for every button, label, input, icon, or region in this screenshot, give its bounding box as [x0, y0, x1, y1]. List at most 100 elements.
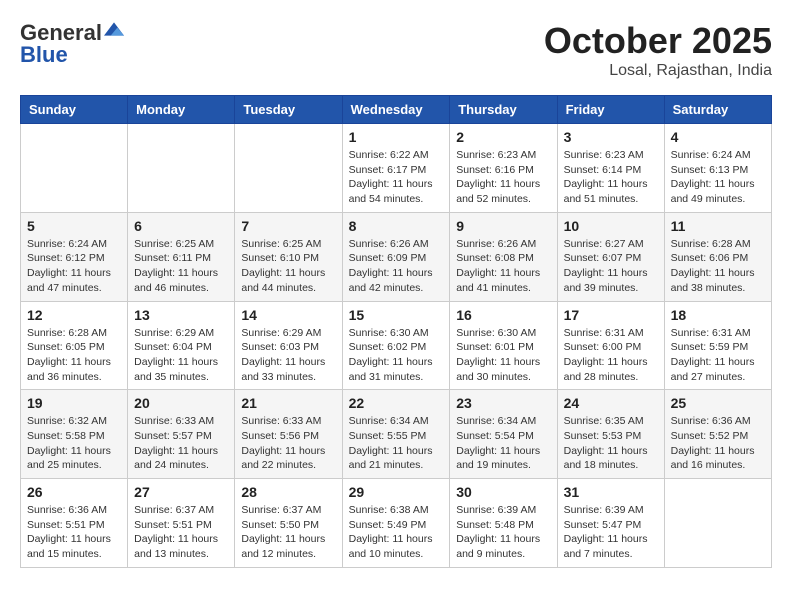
day-number: 25 [671, 395, 765, 411]
calendar-day-cell: 15 Sunrise: 6:30 AMSunset: 6:02 PMDayligh… [342, 301, 450, 390]
logo: General Blue [20, 20, 124, 68]
day-info: Sunrise: 6:32 AMSunset: 5:58 PMDaylight:… [27, 414, 121, 473]
calendar-day-cell: 16 Sunrise: 6:30 AMSunset: 6:01 PMDayligh… [450, 301, 557, 390]
day-info: Sunrise: 6:28 AMSunset: 6:06 PMDaylight:… [671, 237, 765, 296]
day-number: 13 [134, 307, 228, 323]
day-info: Sunrise: 6:34 AMSunset: 5:55 PMDaylight:… [349, 414, 444, 473]
day-number: 31 [564, 484, 658, 500]
day-number: 4 [671, 129, 765, 145]
calendar-day-cell: 30 Sunrise: 6:39 AMSunset: 5:48 PMDayligh… [450, 479, 557, 568]
day-info: Sunrise: 6:24 AMSunset: 6:12 PMDaylight:… [27, 237, 121, 296]
calendar-day-cell: 23 Sunrise: 6:34 AMSunset: 5:54 PMDayligh… [450, 390, 557, 479]
day-info: Sunrise: 6:22 AMSunset: 6:17 PMDaylight:… [349, 148, 444, 207]
day-number: 1 [349, 129, 444, 145]
calendar-day-cell: 6Sunrise: 6:25 AMSunset: 6:11 PMDaylight… [128, 212, 235, 301]
calendar-header-saturday: Saturday [664, 96, 771, 124]
day-number: 22 [349, 395, 444, 411]
calendar-day-cell: 18Sunrise: 6:31 AMSunset: 5:59 PMDayligh… [664, 301, 771, 390]
day-number: 30 [456, 484, 550, 500]
day-info: Sunrise: 6:31 AMSunset: 5:59 PMDaylight:… [671, 326, 765, 385]
day-info: Sunrise: 6:30 AMSunset: 6:01 PMDaylight:… [456, 326, 550, 385]
calendar-day-cell: 5 Sunrise: 6:24 AMSunset: 6:12 PMDaylight… [21, 212, 128, 301]
day-info: Sunrise: 6:29 AMSunset: 6:04 PMDaylight:… [134, 326, 228, 385]
calendar-day-cell: 17Sunrise: 6:31 AMSunset: 6:00 PMDayligh… [557, 301, 664, 390]
day-number: 10 [564, 218, 658, 234]
day-number: 11 [671, 218, 765, 234]
calendar-day-cell: 20Sunrise: 6:33 AMSunset: 5:57 PMDayligh… [128, 390, 235, 479]
day-number: 8 [349, 218, 444, 234]
calendar-week-row: 5 Sunrise: 6:24 AMSunset: 6:12 PMDaylight… [21, 212, 772, 301]
day-number: 16 [456, 307, 550, 323]
calendar-day-cell: 31 Sunrise: 6:39 AMSunset: 5:47 PMDayligh… [557, 479, 664, 568]
day-number: 12 [27, 307, 121, 323]
calendar-day-cell: 27 Sunrise: 6:37 AMSunset: 5:51 PMDayligh… [128, 479, 235, 568]
day-number: 9 [456, 218, 550, 234]
calendar-day-cell: 11 Sunrise: 6:28 AMSunset: 6:06 PMDayligh… [664, 212, 771, 301]
calendar-header-sunday: Sunday [21, 96, 128, 124]
day-number: 5 [27, 218, 121, 234]
day-number: 19 [27, 395, 121, 411]
calendar-header-thursday: Thursday [450, 96, 557, 124]
day-info: Sunrise: 6:36 AMSunset: 5:52 PMDaylight:… [671, 414, 765, 473]
day-info: Sunrise: 6:39 AMSunset: 5:48 PMDaylight:… [456, 503, 550, 562]
calendar-table: SundayMondayTuesdayWednesdayThursdayFrid… [20, 95, 772, 568]
day-info: Sunrise: 6:26 AMSunset: 6:09 PMDaylight:… [349, 237, 444, 296]
day-number: 26 [27, 484, 121, 500]
calendar-empty-cell [664, 479, 771, 568]
day-info: Sunrise: 6:34 AMSunset: 5:54 PMDaylight:… [456, 414, 550, 473]
day-number: 23 [456, 395, 550, 411]
calendar-day-cell: 1 Sunrise: 6:22 AMSunset: 6:17 PMDaylight… [342, 124, 450, 213]
day-info: Sunrise: 6:37 AMSunset: 5:50 PMDaylight:… [241, 503, 335, 562]
calendar-day-cell: 22 Sunrise: 6:34 AMSunset: 5:55 PMDayligh… [342, 390, 450, 479]
page-header: General Blue October 2025 Losal, Rajasth… [20, 20, 772, 80]
day-number: 27 [134, 484, 228, 500]
day-info: Sunrise: 6:26 AMSunset: 6:08 PMDaylight:… [456, 237, 550, 296]
day-number: 20 [134, 395, 228, 411]
calendar-day-cell: 3Sunrise: 6:23 AMSunset: 6:14 PMDaylight… [557, 124, 664, 213]
calendar-week-row: 12Sunrise: 6:28 AMSunset: 6:05 PMDayligh… [21, 301, 772, 390]
day-info: Sunrise: 6:24 AMSunset: 6:13 PMDaylight:… [671, 148, 765, 207]
day-number: 3 [564, 129, 658, 145]
day-info: Sunrise: 6:23 AMSunset: 6:16 PMDaylight:… [456, 148, 550, 207]
calendar-week-row: 19 Sunrise: 6:32 AMSunset: 5:58 PMDayligh… [21, 390, 772, 479]
calendar-empty-cell [235, 124, 342, 213]
day-number: 6 [134, 218, 228, 234]
calendar-day-cell: 25 Sunrise: 6:36 AMSunset: 5:52 PMDayligh… [664, 390, 771, 479]
day-number: 17 [564, 307, 658, 323]
day-info: Sunrise: 6:27 AMSunset: 6:07 PMDaylight:… [564, 237, 658, 296]
day-number: 24 [564, 395, 658, 411]
day-info: Sunrise: 6:36 AMSunset: 5:51 PMDaylight:… [27, 503, 121, 562]
calendar-day-cell: 9 Sunrise: 6:26 AMSunset: 6:08 PMDaylight… [450, 212, 557, 301]
calendar-week-row: 1 Sunrise: 6:22 AMSunset: 6:17 PMDaylight… [21, 124, 772, 213]
day-info: Sunrise: 6:37 AMSunset: 5:51 PMDaylight:… [134, 503, 228, 562]
calendar-day-cell: 12Sunrise: 6:28 AMSunset: 6:05 PMDayligh… [21, 301, 128, 390]
day-number: 21 [241, 395, 335, 411]
day-number: 28 [241, 484, 335, 500]
month-title: October 2025 [544, 20, 772, 62]
location-subtitle: Losal, Rajasthan, India [544, 62, 772, 80]
day-info: Sunrise: 6:39 AMSunset: 5:47 PMDaylight:… [564, 503, 658, 562]
calendar-day-cell: 26 Sunrise: 6:36 AMSunset: 5:51 PMDayligh… [21, 479, 128, 568]
calendar-header-tuesday: Tuesday [235, 96, 342, 124]
day-number: 7 [241, 218, 335, 234]
day-info: Sunrise: 6:35 AMSunset: 5:53 PMDaylight:… [564, 414, 658, 473]
calendar-day-cell: 10 Sunrise: 6:27 AMSunset: 6:07 PMDayligh… [557, 212, 664, 301]
day-info: Sunrise: 6:38 AMSunset: 5:49 PMDaylight:… [349, 503, 444, 562]
calendar-header-row: SundayMondayTuesdayWednesdayThursdayFrid… [21, 96, 772, 124]
day-number: 14 [241, 307, 335, 323]
calendar-day-cell: 14 Sunrise: 6:29 AMSunset: 6:03 PMDayligh… [235, 301, 342, 390]
day-number: 15 [349, 307, 444, 323]
day-info: Sunrise: 6:29 AMSunset: 6:03 PMDaylight:… [241, 326, 335, 385]
calendar-day-cell: 24 Sunrise: 6:35 AMSunset: 5:53 PMDayligh… [557, 390, 664, 479]
calendar-day-cell: 2 Sunrise: 6:23 AMSunset: 6:16 PMDaylight… [450, 124, 557, 213]
calendar-day-cell: 7 Sunrise: 6:25 AMSunset: 6:10 PMDaylight… [235, 212, 342, 301]
title-block: October 2025 Losal, Rajasthan, India [544, 20, 772, 80]
day-info: Sunrise: 6:25 AMSunset: 6:10 PMDaylight:… [241, 237, 335, 296]
calendar-week-row: 26 Sunrise: 6:36 AMSunset: 5:51 PMDayligh… [21, 479, 772, 568]
logo-icon [104, 19, 124, 39]
calendar-day-cell: 19 Sunrise: 6:32 AMSunset: 5:58 PMDayligh… [21, 390, 128, 479]
day-number: 2 [456, 129, 550, 145]
calendar-day-cell: 4 Sunrise: 6:24 AMSunset: 6:13 PMDaylight… [664, 124, 771, 213]
day-info: Sunrise: 6:30 AMSunset: 6:02 PMDaylight:… [349, 326, 444, 385]
calendar-day-cell: 13 Sunrise: 6:29 AMSunset: 6:04 PMDayligh… [128, 301, 235, 390]
